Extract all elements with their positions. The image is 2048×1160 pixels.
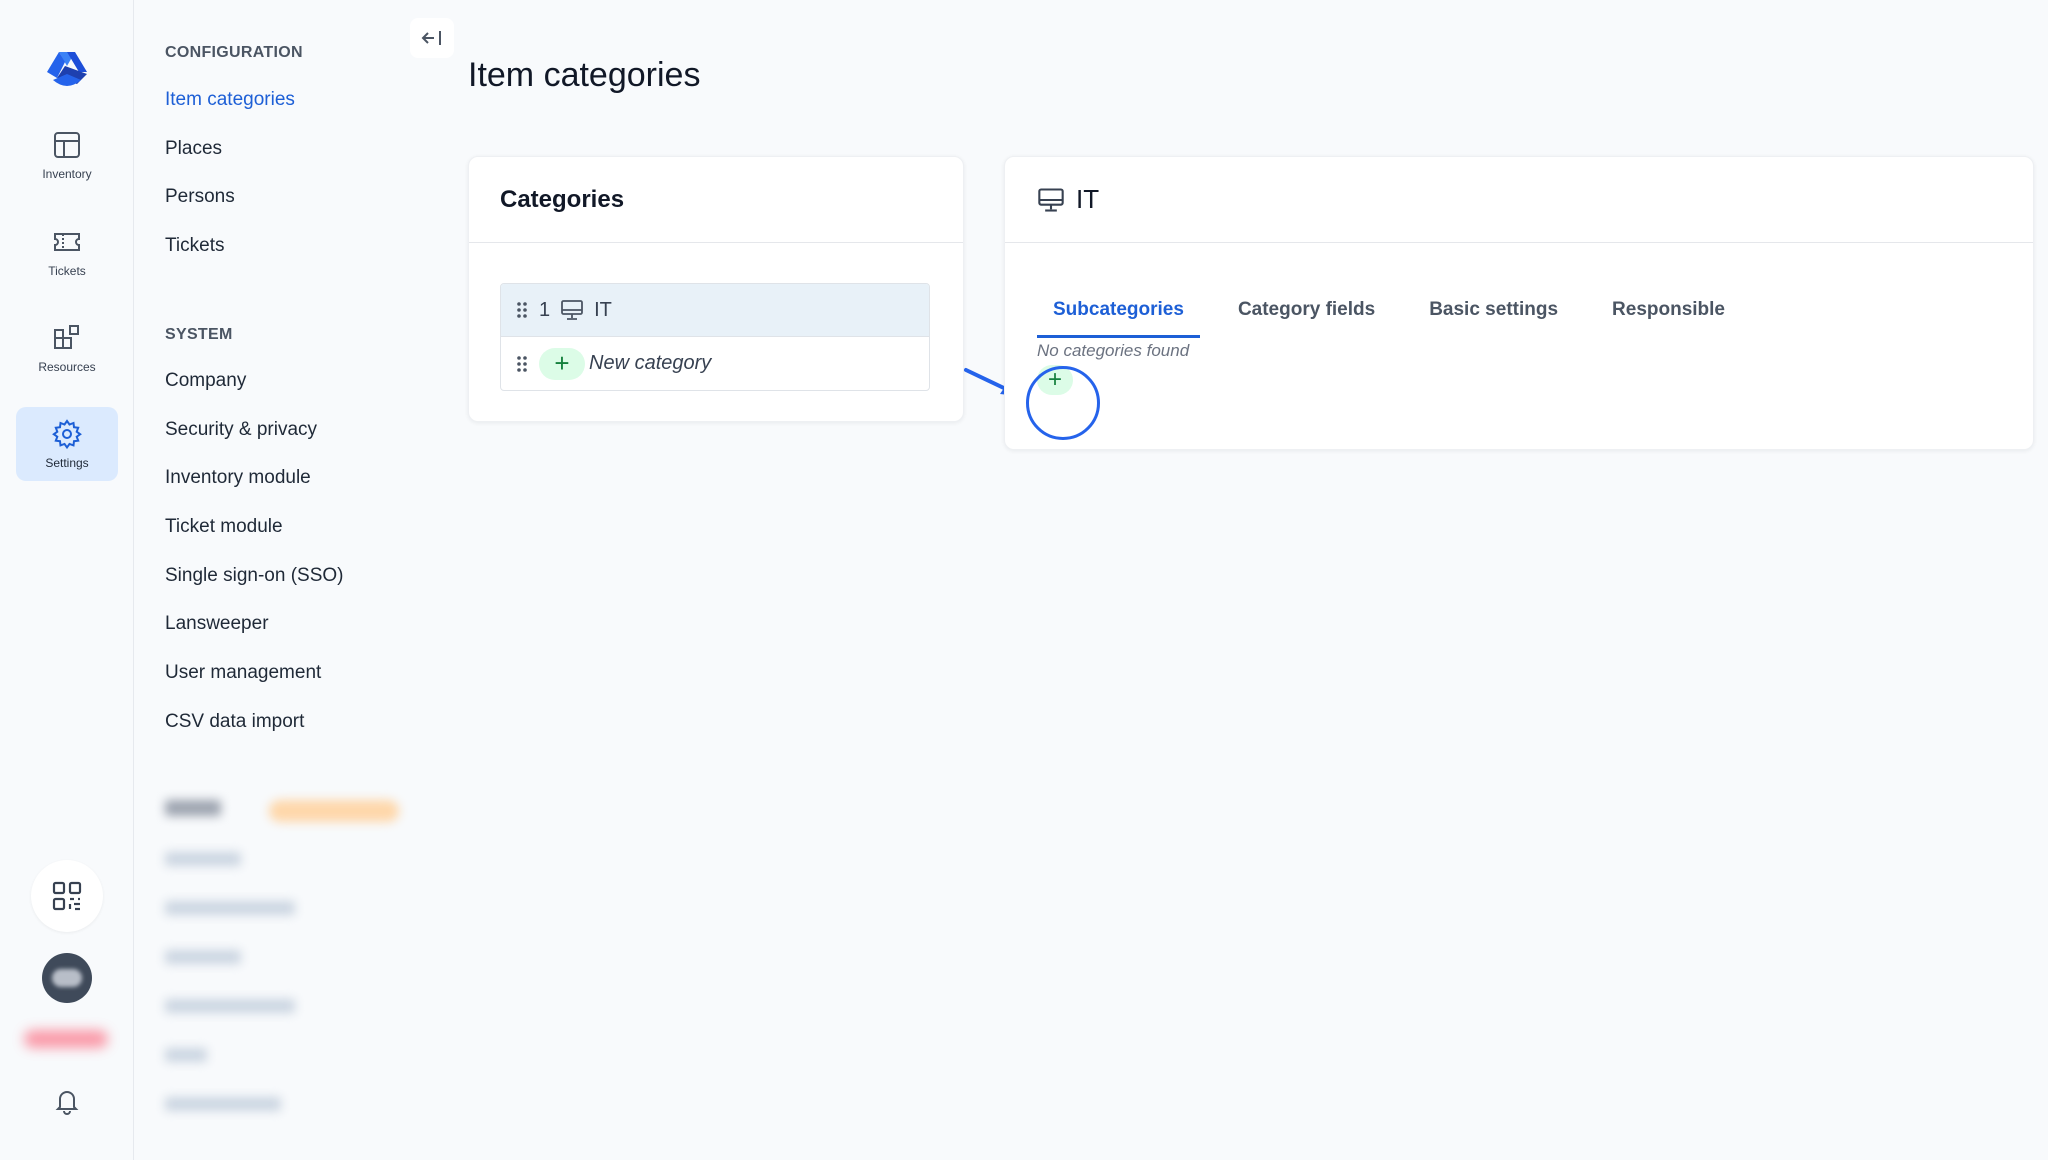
qr-code-icon	[52, 881, 82, 911]
category-name: IT	[594, 298, 612, 321]
page-title: Item categories	[468, 56, 701, 94]
nav-item-item-categories[interactable]: Item categories	[165, 89, 295, 111]
blurred-user-name	[24, 1030, 108, 1048]
settings-nav: CONFIGURATION Item categories Places Per…	[134, 0, 454, 1160]
nav-item-tickets[interactable]: Tickets	[165, 235, 224, 257]
tab-category-fields[interactable]: Category fields	[1222, 289, 1391, 338]
blurred-item	[165, 852, 241, 866]
nav-item-company[interactable]: Company	[165, 370, 246, 392]
rail-label-settings: Settings	[45, 456, 89, 470]
rail-item-tickets[interactable]: Tickets	[16, 215, 118, 289]
nav-item-csv-import[interactable]: CSV data import	[165, 711, 304, 733]
category-detail-title: IT	[1076, 184, 1100, 214]
nav-item-places[interactable]: Places	[165, 138, 222, 160]
bell-icon[interactable]	[51, 1085, 83, 1117]
categories-card-title: Categories	[469, 157, 963, 243]
empty-subcategories-message: No categories found	[1037, 341, 1190, 360]
monitor-icon	[1038, 187, 1064, 212]
blurred-heading	[165, 800, 221, 816]
category-list: 1 IT + New category	[500, 283, 930, 391]
rail-item-settings[interactable]: Settings	[16, 407, 118, 481]
blurred-item	[165, 999, 295, 1013]
nav-item-security-privacy[interactable]: Security & privacy	[165, 419, 317, 441]
monitor-icon	[561, 300, 584, 320]
annotation-highlight-ring	[1026, 366, 1100, 440]
blurred-item	[165, 1097, 281, 1111]
category-row[interactable]: 1 IT	[501, 284, 929, 337]
tab-subcategories[interactable]: Subcategories	[1037, 289, 1200, 338]
nav-item-inventory-module[interactable]: Inventory module	[165, 467, 311, 489]
resources-icon	[54, 325, 79, 349]
tab-responsible[interactable]: Responsible	[1596, 289, 1741, 338]
collapse-left-icon	[421, 31, 441, 45]
category-number: 1	[539, 298, 551, 321]
category-detail-card: IT Subcategories Category fields Basic s…	[1004, 156, 2034, 450]
avatar-image	[52, 969, 82, 987]
drag-handle-icon[interactable]	[515, 354, 529, 374]
rail-item-inventory[interactable]: Inventory	[16, 118, 118, 192]
nav-item-ticket-module[interactable]: Ticket module	[165, 516, 283, 538]
blurred-item	[165, 1048, 207, 1062]
app-logo-icon[interactable]	[45, 48, 89, 88]
gear-icon	[52, 419, 82, 450]
blurred-admin-section	[165, 800, 425, 1130]
categories-card: Categories 1 IT + New category	[468, 156, 964, 422]
inventory-icon	[54, 132, 80, 158]
blurred-badge	[269, 800, 399, 822]
add-category-button[interactable]: +	[539, 347, 585, 380]
rail-label-tickets: Tickets	[48, 264, 86, 278]
blurred-item	[165, 901, 295, 915]
avatar[interactable]	[42, 953, 92, 1003]
blurred-item	[165, 950, 241, 964]
drag-handle-icon[interactable]	[515, 300, 529, 320]
nav-item-lansweeper[interactable]: Lansweeper	[165, 613, 269, 635]
rail-label-inventory: Inventory	[42, 167, 92, 181]
nav-item-sso[interactable]: Single sign-on (SSO)	[165, 565, 343, 587]
new-category-row[interactable]: + New category	[501, 337, 929, 390]
nav-section-configuration: CONFIGURATION	[165, 44, 303, 61]
rail-item-resources[interactable]: Resources	[16, 311, 118, 385]
nav-item-persons[interactable]: Persons	[165, 186, 235, 208]
tab-basic-settings[interactable]: Basic settings	[1413, 289, 1574, 338]
category-tabs: Subcategories Category fields Basic sett…	[1037, 289, 1763, 338]
rail-label-resources: Resources	[38, 360, 96, 374]
category-detail-header: IT	[1005, 157, 2033, 243]
nav-item-user-management[interactable]: User management	[165, 662, 321, 684]
new-category-label[interactable]: New category	[589, 352, 711, 375]
collapse-sidebar-button[interactable]	[410, 18, 454, 58]
ticket-icon	[54, 233, 80, 251]
icon-rail: Inventory Tickets Resources Settings	[0, 0, 134, 1160]
nav-section-system: SYSTEM	[165, 326, 233, 343]
qr-code-button[interactable]	[31, 860, 103, 932]
